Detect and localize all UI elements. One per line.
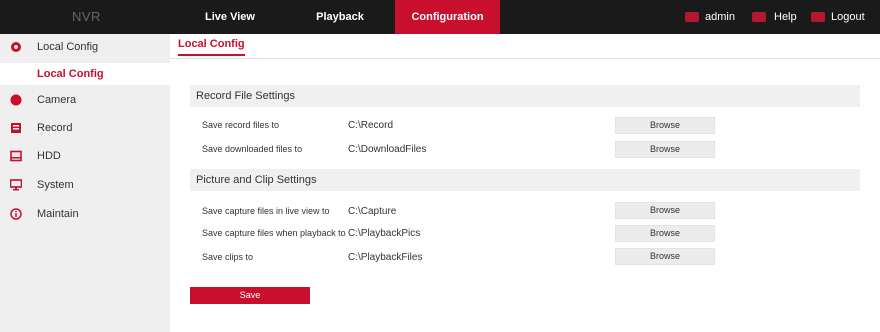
help-link[interactable]: Help: [774, 0, 797, 34]
save-record-files-label: Save record files to: [202, 120, 280, 130]
browse-clips-button[interactable]: Browse: [615, 248, 715, 265]
sidebar-subitem-local-config[interactable]: Local Config: [0, 63, 170, 85]
camera-icon: [10, 94, 22, 106]
user-icon: [685, 12, 699, 22]
save-downloaded-files-path: C:\DownloadFiles: [348, 144, 427, 155]
monitor-icon: [10, 179, 22, 191]
section-title: Record File Settings: [196, 90, 296, 102]
save-capture-live-label: Save capture files in live view to: [202, 206, 330, 216]
sidebar-item-maintain[interactable]: Maintain: [0, 201, 170, 229]
browse-record-files-button[interactable]: Browse: [615, 117, 715, 134]
sidebar-item-hdd[interactable]: HDD: [0, 143, 170, 171]
save-capture-playback-path: C:\PlaybackPics: [348, 228, 421, 239]
sidebar-item-camera[interactable]: Camera: [0, 87, 170, 115]
logout-icon: [811, 12, 825, 22]
browse-capture-playback-button[interactable]: Browse: [615, 225, 715, 242]
save-clips-path: C:\PlaybackFiles: [348, 252, 423, 263]
browse-capture-live-button[interactable]: Browse: [615, 202, 715, 219]
help-icon: [752, 12, 766, 22]
sidebar-item-local-config[interactable]: Local Config: [0, 34, 170, 62]
record-file-settings-header: Record File Settings: [190, 85, 860, 107]
logout-link[interactable]: Logout: [831, 0, 865, 34]
sidebar-item-label: System: [37, 179, 74, 191]
tab-divider: [170, 58, 880, 59]
sidebar-item-record[interactable]: Record: [0, 115, 170, 143]
sidebar-item-system[interactable]: System: [0, 172, 170, 200]
tab-local-config[interactable]: Local Config: [178, 38, 245, 56]
sidebar-item-label: Camera: [37, 94, 77, 106]
browse-downloaded-files-button[interactable]: Browse: [615, 141, 715, 158]
record-icon: [11, 123, 21, 133]
sidebar-item-label: Maintain: [37, 208, 79, 220]
sidebar-item-label: Record: [37, 122, 73, 134]
tab-live-view[interactable]: Live View: [180, 0, 280, 34]
main-content: Local Config Record File Settings Save r…: [170, 34, 880, 332]
save-capture-live-path: C:\Capture: [348, 206, 397, 217]
nvr-logo: NVR: [72, 9, 101, 24]
tab-configuration[interactable]: Configuration: [395, 0, 500, 34]
sidebar-item-label: HDD: [37, 150, 61, 162]
user-name[interactable]: admin: [705, 0, 735, 34]
hdd-icon: [10, 150, 22, 162]
sidebar-item-label: Local Config: [37, 41, 99, 53]
save-downloaded-files-label: Save downloaded files to: [202, 144, 303, 154]
save-capture-playback-label: Save capture files when playback to: [202, 228, 346, 238]
section-title: Picture and Clip Settings: [196, 174, 317, 186]
save-button[interactable]: Save: [190, 287, 310, 304]
sidebar: Local Config Local Config Camera Record …: [0, 34, 170, 332]
gear-icon: [11, 42, 21, 52]
sidebar-subitem-label: Local Config: [37, 68, 104, 80]
picture-clip-settings-header: Picture and Clip Settings: [190, 169, 860, 191]
save-clips-label: Save clips to: [202, 252, 254, 262]
save-record-files-path: C:\Record: [348, 120, 394, 131]
info-icon: [10, 208, 22, 220]
top-navigation-bar: NVR Live View Playback Configuration adm…: [0, 0, 880, 34]
tab-playback[interactable]: Playback: [290, 0, 390, 34]
